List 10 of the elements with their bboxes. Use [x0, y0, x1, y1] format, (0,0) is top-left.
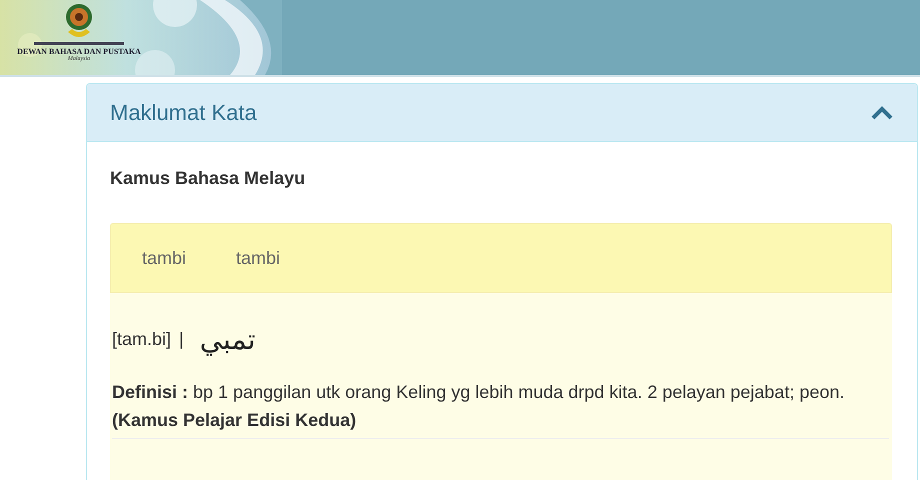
- panel-title: Maklumat Kata: [110, 100, 257, 126]
- dictionary-heading: Kamus Bahasa Melayu: [110, 168, 306, 189]
- definition-text: Definisi : bp 1 panggilan utk orang Keling yg lebih muda drpd kita. 2 pelayan pejabat; peon. (Kamus Pelajar Edisi Kedua): [112, 378, 889, 439]
- separator: |: [179, 329, 184, 350]
- logo-text: DEWAN BAHASA DAN PUSTAKA: [17, 47, 141, 56]
- pronunciation: [tam.bi]: [112, 329, 172, 350]
- chevron-icon[interactable]: [871, 106, 893, 120]
- entry-tab[interactable]: tambi: [236, 248, 280, 268]
- entry-tab[interactable]: tambi: [142, 248, 186, 268]
- jawi-spelling: تمبي: [200, 323, 256, 356]
